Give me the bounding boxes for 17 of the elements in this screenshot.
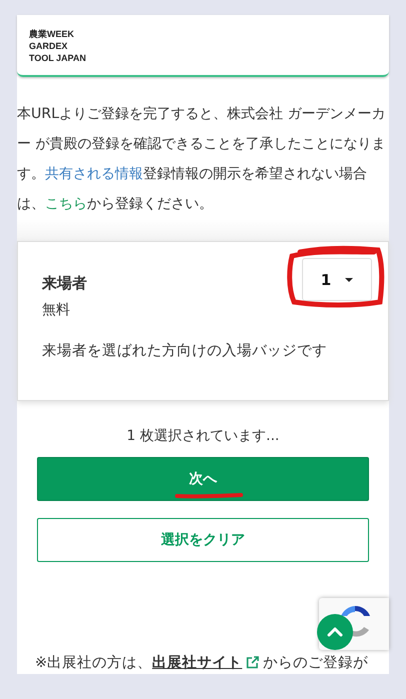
ticket-name: 来場者: [42, 274, 87, 293]
ticket-price: 無料: [42, 301, 71, 319]
logo[interactable]: 農業WEEK GARDEX TOOL JAPAN: [29, 28, 109, 64]
external-link-icon: [246, 656, 260, 669]
consent-notice: 本URLよりご登録を完了すると、株式会社 ガーデンメーカー が貴殿の登録を確認できることを了承したことになります。共有される情報登録情報の開示を希望されない場合は、こちらから登録ください。: [17, 105, 387, 214]
next-button[interactable]: 次へ: [37, 457, 369, 501]
annotation-underline: [174, 493, 244, 499]
exhibitor-note: ※出展社の方は、出展社サイト からのご登録が: [35, 653, 370, 672]
shared-info-link[interactable]: 共有される情報: [45, 166, 143, 182]
caret-icon: [345, 278, 354, 282]
selection-status: 1 枚選択されています...: [126, 427, 280, 445]
ticket-description: 来場者を選ばれた方向けの入場バッジです: [42, 342, 328, 360]
clear-selection-button[interactable]: 選択をクリア: [37, 518, 369, 562]
register-here-link[interactable]: こちら: [45, 196, 87, 212]
exhibitor-site-link[interactable]: 出展社サイト: [152, 653, 242, 672]
quantity-dropdown[interactable]: 1: [302, 258, 372, 301]
chevron-up-icon: [327, 627, 343, 637]
